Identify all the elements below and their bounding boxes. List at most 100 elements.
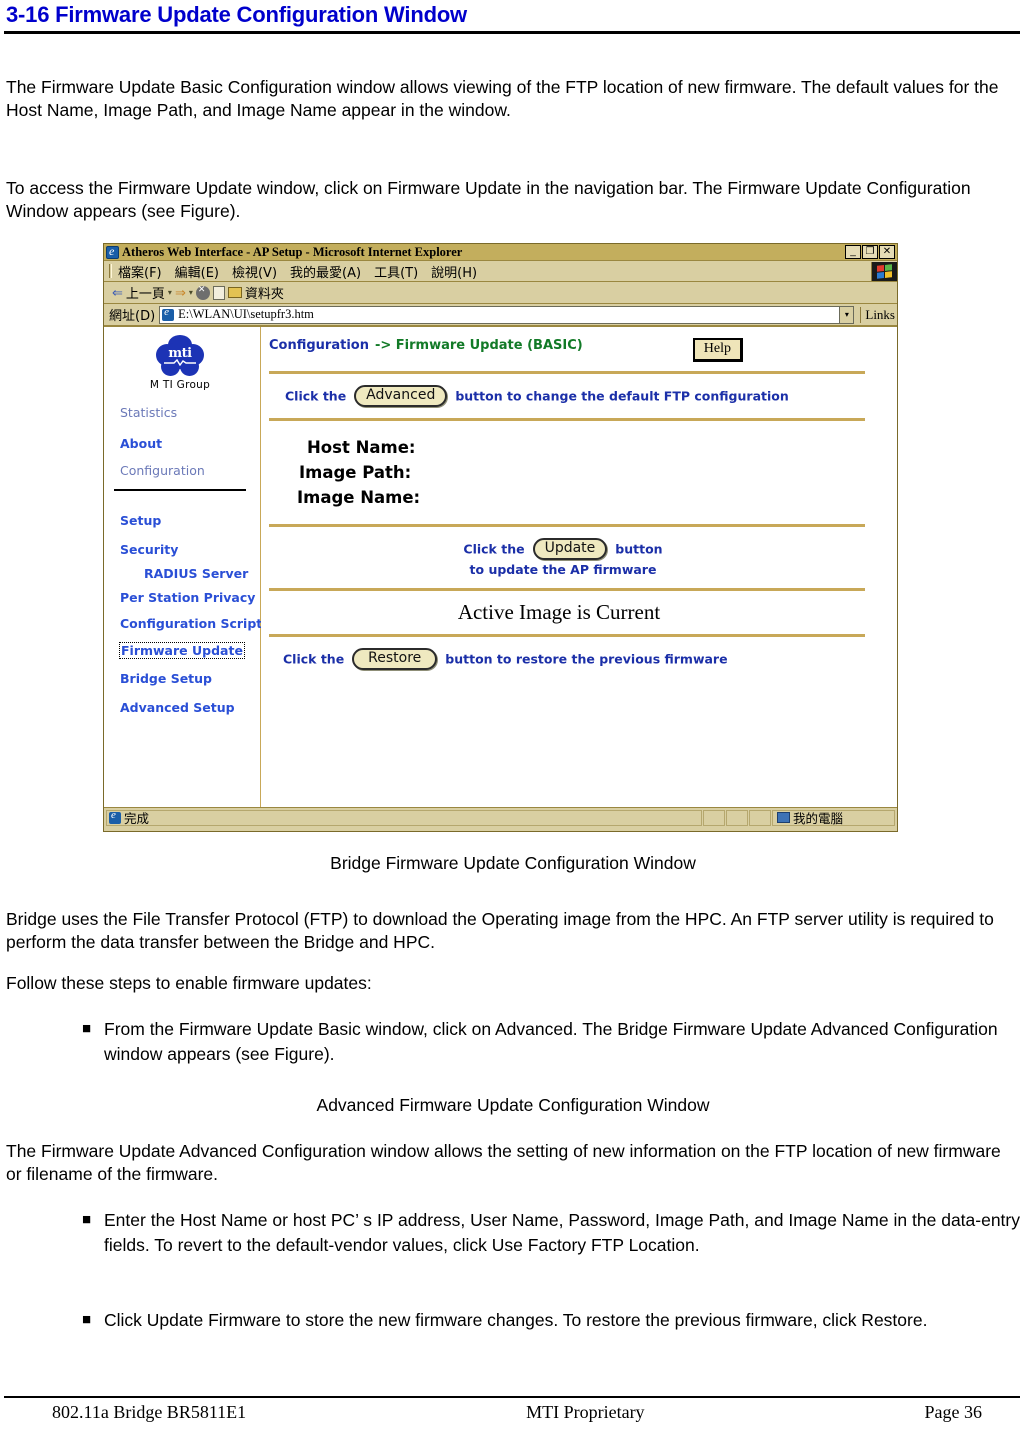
address-label: 網址(D) bbox=[109, 309, 156, 324]
ap-main-content: Configuration -> Firmware Update (BASIC)… bbox=[261, 327, 897, 807]
folders-button-label[interactable]: 資料夾 bbox=[245, 283, 284, 302]
list-item-text: Click Update Firmware to store the new f… bbox=[104, 1310, 928, 1330]
sidebar-item-statistics[interactable]: Statistics bbox=[120, 405, 260, 420]
sidebar-item-per-station-privacy[interactable]: Per Station Privacy bbox=[120, 590, 260, 605]
links-button[interactable]: Links bbox=[860, 306, 895, 323]
sidebar-item-advanced-setup[interactable]: Advanced Setup bbox=[120, 700, 260, 715]
sidebar-item-about[interactable]: About bbox=[120, 436, 260, 451]
window-controls: _ ❐ ✕ bbox=[845, 245, 895, 259]
ie-title-bar: Atheros Web Interface - AP Setup - Micro… bbox=[104, 244, 897, 261]
my-computer-icon bbox=[777, 812, 790, 823]
status-cell-2 bbox=[726, 809, 748, 826]
footer-right: Page 36 bbox=[924, 1402, 983, 1422]
advanced-button[interactable]: Advanced bbox=[354, 385, 448, 407]
menu-item-view[interactable]: 檢視(V) bbox=[232, 262, 277, 281]
restore-icon[interactable]: ❐ bbox=[862, 245, 878, 259]
list-item: ■ From the Firmware Update Basic window,… bbox=[82, 1017, 1020, 1067]
internet-explorer-window: Atheros Web Interface - AP Setup - Micro… bbox=[103, 243, 898, 832]
menu-item-tools[interactable]: 工具(T) bbox=[374, 262, 418, 281]
security-zone-indicator[interactable]: 我的電腦 bbox=[772, 809, 895, 826]
update-section: Click the Update button to update the AP… bbox=[261, 527, 897, 588]
heading-divider bbox=[4, 31, 1020, 34]
restore-suffix-label: button to restore the previous firmware bbox=[445, 651, 728, 667]
footer-left: 802.11a Bridge BR5811E1 bbox=[52, 1402, 247, 1422]
sidebar-item-configuration-script[interactable]: Configuration Script bbox=[120, 616, 262, 631]
mti-flower-logo-icon: mti bbox=[156, 335, 204, 377]
update-button[interactable]: Update bbox=[532, 538, 608, 560]
page-favicon-icon bbox=[162, 307, 175, 321]
update-suffix-label: button bbox=[615, 541, 663, 557]
waveform-icon bbox=[164, 359, 196, 366]
list-item: ■ Click Update Firmware to store the new… bbox=[82, 1308, 1020, 1333]
menu-item-edit[interactable]: 編輯(E) bbox=[175, 262, 219, 281]
address-input[interactable]: E:\WLAN\UI\setupfr3.htm bbox=[159, 305, 841, 324]
paragraph-intro-1: The Firmware Update Basic Configuration … bbox=[6, 77, 999, 120]
sidebar-item-setup[interactable]: Setup bbox=[120, 513, 260, 528]
page-title: 3-16 Firmware Update Configuration Windo… bbox=[6, 2, 467, 27]
advanced-suffix-label: button to change the default FTP configu… bbox=[455, 388, 789, 404]
breadcrumb-current-page: -> Firmware Update (BASIC) bbox=[374, 338, 583, 353]
status-cell-3 bbox=[749, 809, 771, 826]
minimize-icon[interactable]: _ bbox=[845, 245, 861, 259]
stop-icon[interactable] bbox=[195, 284, 210, 300]
ie-window-title: Atheros Web Interface - AP Setup - Micro… bbox=[122, 244, 463, 259]
menu-grip-handle[interactable] bbox=[109, 264, 112, 278]
breadcrumb: Configuration -> Firmware Update (BASIC)… bbox=[261, 327, 897, 371]
security-zone-label: 我的電腦 bbox=[793, 811, 844, 826]
folders-icon[interactable] bbox=[227, 287, 242, 298]
ie-menu-bar: 檔案(F) 編輯(E) 檢視(V) 我的最愛(A) 工具(T) 說明(H) bbox=[104, 261, 897, 282]
status-page-icon bbox=[109, 809, 121, 824]
restore-section: Click the Restore button to restore the … bbox=[261, 637, 897, 681]
menu-item-help[interactable]: 說明(H) bbox=[431, 262, 477, 281]
status-cell-1 bbox=[703, 809, 725, 826]
list-item-text: From the Firmware Update Basic window, c… bbox=[104, 1019, 998, 1064]
restore-prefix-label: Click the bbox=[283, 651, 345, 667]
update-prefix-label: Click the bbox=[463, 541, 525, 557]
active-image-status: Active Image is Current bbox=[457, 600, 661, 624]
image-name-label: Image Name: bbox=[297, 488, 421, 507]
forward-history-chevron-down-icon[interactable]: ▾ bbox=[189, 288, 193, 297]
breadcrumb-configuration[interactable]: Configuration bbox=[269, 338, 369, 353]
sidebar-item-firmware-update[interactable]: Firmware Update bbox=[119, 642, 245, 659]
back-arrow-icon[interactable]: ⇐ bbox=[112, 285, 123, 301]
ie-address-bar: 網址(D) E:\WLAN\UI\setupfr3.htm ▾ Links bbox=[104, 304, 897, 326]
browser-viewport: mti M TI Group Statistics About Configur… bbox=[104, 326, 897, 807]
restore-button[interactable]: Restore bbox=[352, 648, 438, 670]
back-button-label[interactable]: 上一頁 bbox=[126, 283, 165, 302]
paragraph-ftp: Bridge uses the File Transfer Protocol (… bbox=[6, 909, 994, 952]
fields-section: Host Name: Image Path: Image Name: bbox=[261, 421, 897, 524]
footer-divider bbox=[4, 1396, 1020, 1398]
host-name-label: Host Name: bbox=[307, 438, 416, 457]
update-secondary-label: to update the AP firmware bbox=[469, 562, 657, 577]
advanced-section: Click the Advanced button to change the … bbox=[261, 374, 897, 418]
ie-logo-icon bbox=[106, 244, 119, 259]
status-message: 完成 bbox=[124, 811, 150, 826]
list-item-text: Enter the Host Name or host PC’ s IP add… bbox=[104, 1210, 1020, 1255]
document-page: 3-16 Firmware Update Configuration Windo… bbox=[0, 0, 1026, 1440]
figure-caption-2: Advanced Firmware Update Configuration W… bbox=[316, 1095, 710, 1115]
brand-name: M TI Group bbox=[149, 379, 211, 391]
menu-item-file[interactable]: 檔案(F) bbox=[118, 262, 162, 281]
footer-center: MTI Proprietary bbox=[526, 1402, 645, 1422]
image-path-label: Image Path: bbox=[299, 463, 412, 482]
address-chevron-down-icon[interactable]: ▾ bbox=[840, 305, 855, 324]
ap-sidebar-nav: mti M TI Group Statistics About Configur… bbox=[104, 327, 262, 807]
brand-logo: mti M TI Group bbox=[110, 335, 260, 391]
status-message-area: 完成 bbox=[106, 809, 702, 826]
address-url-text: E:\WLAN\UI\setupfr3.htm bbox=[178, 307, 314, 321]
back-history-chevron-down-icon[interactable]: ▾ bbox=[168, 288, 172, 297]
sidebar-item-security[interactable]: Security bbox=[120, 542, 260, 557]
sidebar-item-bridge-setup[interactable]: Bridge Setup bbox=[120, 671, 260, 686]
help-button[interactable]: Help bbox=[692, 338, 743, 362]
sidebar-item-configuration[interactable]: Configuration bbox=[120, 463, 260, 478]
paragraph-steps-intro: Follow these steps to enable firmware up… bbox=[6, 973, 372, 993]
forward-arrow-icon[interactable]: ⇒ bbox=[175, 285, 186, 301]
figure-caption-1: Bridge Firmware Update Configuration Win… bbox=[330, 853, 696, 873]
close-icon[interactable]: ✕ bbox=[879, 245, 895, 259]
menu-item-favorites[interactable]: 我的最愛(A) bbox=[290, 262, 361, 281]
ie-status-bar: 完成 我的電腦 bbox=[104, 807, 897, 827]
sidebar-item-radius-server[interactable]: RADIUS Server bbox=[144, 566, 260, 581]
ie-navigation-toolbar: ⇐ 上一頁 ▾ ⇒ ▾ 資料夾 bbox=[104, 282, 897, 304]
page-footer: 802.11a Bridge BR5811E1 MTI Proprietary … bbox=[0, 1402, 1026, 1423]
refresh-icon[interactable] bbox=[212, 285, 225, 300]
